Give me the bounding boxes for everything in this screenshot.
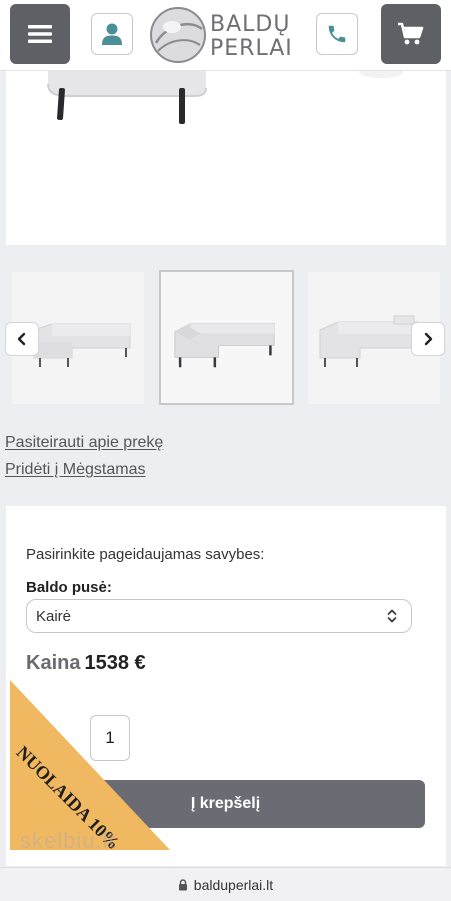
- site-header: BALDŲ PERLAI: [0, 0, 451, 71]
- furniture-side-label: Baldo pusė:: [26, 579, 112, 596]
- main-product-image[interactable]: [6, 70, 446, 245]
- url-text: balduperlai.lt: [193, 876, 274, 893]
- user-icon: [102, 23, 122, 45]
- logo-text-line2: PERLAI: [210, 36, 293, 61]
- cart-button[interactable]: [381, 4, 441, 64]
- options-intro-text: Pasirinkite pageidaujamas savybes:: [26, 546, 265, 563]
- price-label: Kaina: [26, 652, 81, 674]
- logo-mark-icon: [150, 7, 206, 63]
- add-to-favorites-link[interactable]: Pridėti į Mėgstamas: [5, 461, 146, 479]
- logo-text: BALDŲ PERLAI: [210, 13, 293, 61]
- browser-url-bar[interactable]: balduperlai.lt: [0, 867, 451, 901]
- site-logo[interactable]: BALDŲ PERLAI: [148, 5, 308, 65]
- lock-icon: [178, 878, 187, 890]
- watermark: skelbiu.lt: [20, 828, 116, 853]
- gallery-prev-button[interactable]: [5, 322, 39, 356]
- menu-button[interactable]: [10, 4, 70, 64]
- chevron-right-icon: [424, 332, 433, 346]
- quantity-label: is:: [26, 728, 44, 745]
- phone-icon: [328, 25, 346, 43]
- sofa-image: [6, 70, 446, 245]
- price: Kaina 1538 €: [26, 652, 146, 675]
- furniture-side-value: Kairė: [36, 607, 72, 625]
- thumbnail-2-selected[interactable]: [159, 270, 294, 405]
- thumbnail-gallery: [0, 268, 451, 408]
- user-account-button[interactable]: [91, 13, 133, 55]
- price-value: 1538 €: [84, 652, 146, 674]
- sofa-thumbnail-image: [161, 272, 292, 403]
- add-to-cart-button[interactable]: Į krepšelį: [26, 780, 425, 828]
- chevron-left-icon: [17, 332, 26, 346]
- select-arrows-icon: [387, 609, 397, 623]
- shopping-cart-icon: [398, 22, 424, 45]
- logo-text-line1: BALDŲ: [210, 12, 291, 37]
- phone-button[interactable]: [316, 13, 358, 55]
- product-options-card: Pasirinkite pageidaujamas savybes: Baldo…: [6, 506, 446, 866]
- ask-about-product-link[interactable]: Pasiteirauti apie prekę: [5, 434, 163, 452]
- gallery-next-button[interactable]: [411, 322, 445, 356]
- quantity-input[interactable]: 1: [90, 715, 130, 761]
- furniture-side-select[interactable]: Kairė: [26, 599, 412, 633]
- hamburger-menu-icon: [28, 25, 52, 43]
